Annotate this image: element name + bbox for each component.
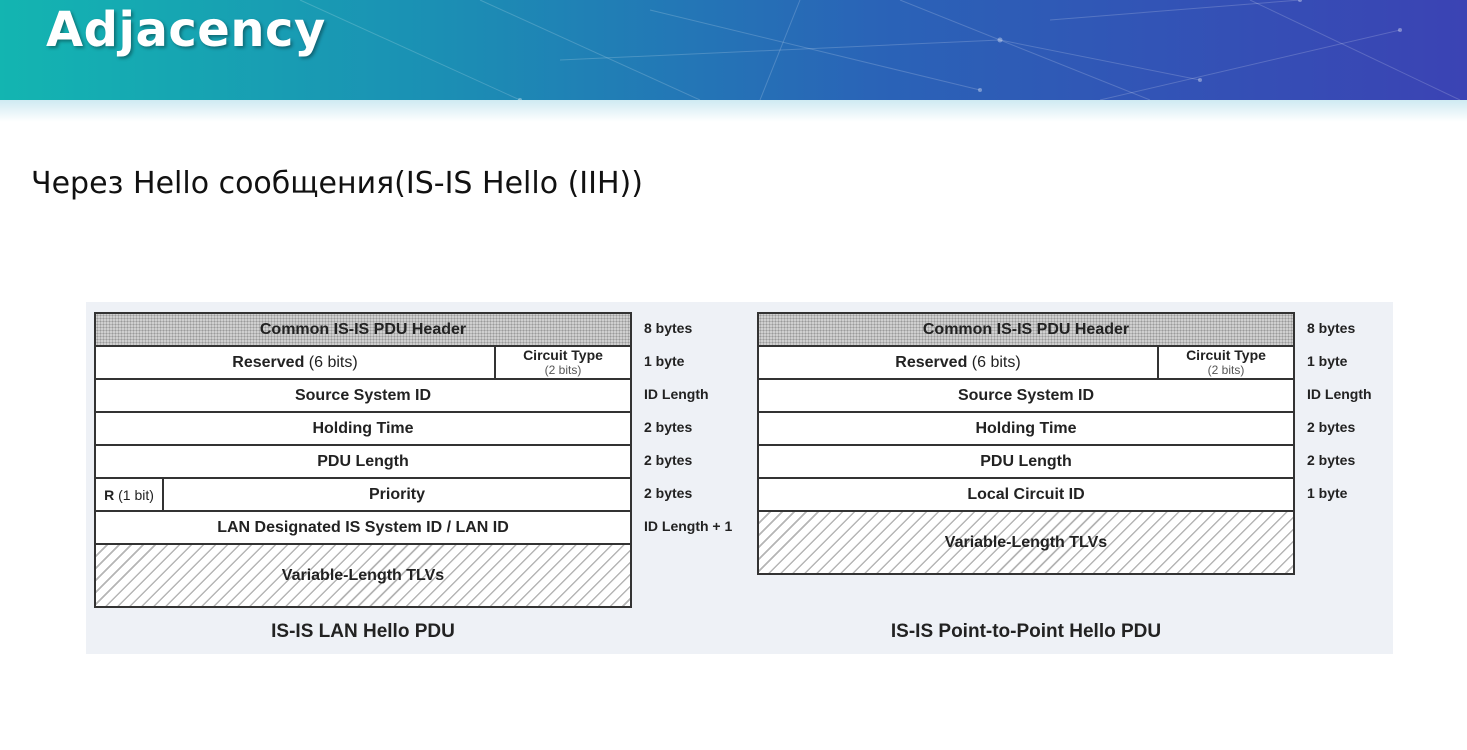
lan-circuit-type: Circuit Type (2 bits) (494, 347, 630, 378)
lan-caption: IS-IS LAN Hello PDU (271, 621, 455, 642)
p2p-pdu-length: PDU Length (980, 452, 1072, 470)
lan-row-source: Source System ID (96, 380, 630, 413)
p2p-row-tlvs: Variable-Length TLVs (759, 512, 1293, 573)
lan-row-priority: R (1 bit) Priority (96, 479, 630, 512)
p2p-reserved-bits: (6 bits) (971, 353, 1021, 371)
lan-r-bits: (1 bit) (118, 486, 154, 503)
lan-reserved-bits: (6 bits) (308, 353, 358, 371)
lan-size-source: ID Length (644, 386, 709, 402)
lan-reserved-label: Reserved (232, 353, 305, 371)
p2p-circuit-type-bits: (2 bits) (1207, 362, 1245, 377)
slide-title: Adjacency (46, 2, 326, 58)
lan-circuit-type-label: Circuit Type (523, 346, 603, 363)
lan-row-reserved: Reserved (6 bits) Circuit Type (2 bits) (96, 347, 630, 380)
p2p-size-pdu-length: 2 bytes (1307, 452, 1356, 468)
p2p-size-holding: 2 bytes (1307, 419, 1356, 435)
title-banner: Adjacency (0, 0, 1467, 100)
lan-row-lan-id: LAN Designated IS System ID / LAN ID (96, 512, 630, 545)
p2p-row-holding: Holding Time (759, 413, 1293, 446)
lan-size-priority: 2 bytes (644, 485, 693, 501)
p2p-row-local-circuit: Local Circuit ID (759, 479, 1293, 512)
p2p-row-source: Source System ID (759, 380, 1293, 413)
p2p-caption: IS-IS Point-to-Point Hello PDU (890, 621, 1162, 642)
p2p-row-pdu-length: PDU Length (759, 446, 1293, 479)
slide-subtitle: Через Hello сообщения(IS-IS Hello (IIH)) (31, 166, 643, 201)
p2p-size-source: ID Length (1307, 386, 1372, 402)
p2p-variable-tlvs: Variable-Length TLVs (759, 512, 1293, 573)
lan-size-holding: 2 bytes (644, 419, 693, 435)
lan-pdu-length: PDU Length (317, 452, 409, 470)
lan-row-holding: Holding Time (96, 413, 630, 446)
lan-hello-pdu-table: Common IS-IS PDU Header Reserved (6 bits… (94, 312, 632, 608)
p2p-holding-time: Holding Time (975, 419, 1077, 437)
lan-row-pdu-length: PDU Length (96, 446, 630, 479)
lan-reserved: Reserved (6 bits) (96, 347, 494, 378)
lan-size-reserved: 1 byte (644, 353, 685, 369)
p2p-circuit-type-label: Circuit Type (1186, 346, 1266, 363)
p2p-source-system-id: Source System ID (957, 386, 1095, 404)
lan-priority: Priority (162, 479, 630, 510)
lan-size-lan-id: ID Length + 1 (644, 518, 733, 534)
lan-circuit-type-bits: (2 bits) (544, 362, 582, 377)
p2p-size-reserved: 1 byte (1307, 353, 1348, 369)
lan-source-system-id: Source System ID (294, 386, 432, 404)
lan-size-header: 8 bytes (644, 320, 693, 336)
lan-designated-is-id: LAN Designated IS System ID / LAN ID (217, 518, 509, 536)
lan-row-tlvs: Variable-Length TLVs (96, 545, 630, 606)
lan-variable-tlvs: Variable-Length TLVs (96, 545, 630, 606)
lan-r-bit: R (1 bit) (96, 479, 162, 510)
lan-r-label: R (104, 486, 115, 503)
p2p-reserved-label: Reserved (895, 353, 968, 371)
p2p-common-header: Common IS-IS PDU Header (759, 314, 1293, 345)
p2p-reserved: Reserved (6 bits) (759, 347, 1157, 378)
lan-holding-time: Holding Time (312, 419, 414, 437)
p2p-circuit-type: Circuit Type (2 bits) (1157, 347, 1293, 378)
p2p-local-circuit-id: Local Circuit ID (967, 485, 1085, 503)
banner-fade (0, 100, 1467, 122)
lan-row-header: Common IS-IS PDU Header (96, 314, 630, 347)
p2p-hello-pdu-table: Common IS-IS PDU Header Reserved (6 bits… (757, 312, 1295, 575)
lan-common-header: Common IS-IS PDU Header (96, 314, 630, 345)
lan-size-pdu-length: 2 bytes (644, 452, 693, 468)
p2p-size-header: 8 bytes (1307, 320, 1356, 336)
p2p-row-header: Common IS-IS PDU Header (759, 314, 1293, 347)
p2p-size-local-circuit: 1 byte (1307, 485, 1348, 501)
p2p-row-reserved: Reserved (6 bits) Circuit Type (2 bits) (759, 347, 1293, 380)
